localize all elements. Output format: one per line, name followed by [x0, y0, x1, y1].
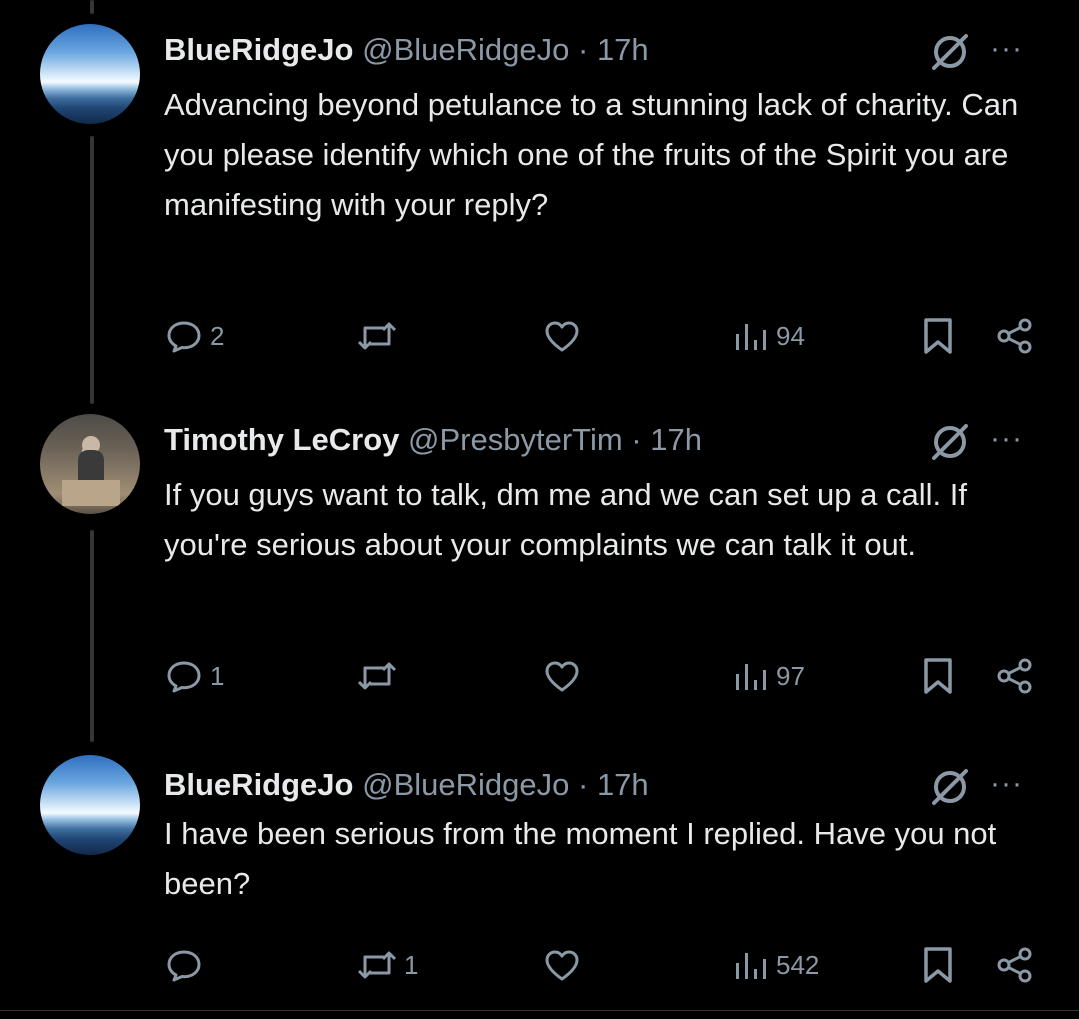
tweet[interactable]: BlueRidgeJo @BlueRidgeJo · 17h ··· I hav…	[0, 735, 1079, 1015]
share-button[interactable]	[995, 945, 1035, 985]
reply-icon	[167, 661, 201, 693]
handle[interactable]: @PresbyterTim	[408, 422, 623, 457]
timestamp[interactable]: 17h	[597, 32, 649, 67]
display-name[interactable]: Timothy LeCroy	[164, 422, 399, 457]
like-button[interactable]	[542, 656, 588, 696]
analytics-icon	[736, 324, 766, 350]
share-button[interactable]	[995, 656, 1035, 696]
like-button[interactable]	[542, 945, 588, 985]
share-icon	[997, 658, 1032, 694]
view-count: 97	[776, 660, 805, 691]
more-options-icon[interactable]: ···	[990, 424, 1023, 454]
view-count: 94	[776, 320, 805, 351]
action-bar: 2 94	[0, 316, 1079, 356]
bookmark-button[interactable]	[918, 316, 958, 356]
handle[interactable]: @BlueRidgeJo	[362, 32, 569, 67]
tweet-header: BlueRidgeJo @BlueRidgeJo · 17h	[164, 765, 649, 805]
share-icon	[997, 947, 1032, 983]
bookmark-icon	[924, 658, 952, 694]
share-icon	[997, 318, 1032, 354]
action-bar: 1 542	[0, 945, 1079, 985]
retweet-button[interactable]: 1	[356, 945, 418, 985]
heart-icon	[545, 661, 579, 692]
analytics-icon	[736, 664, 766, 690]
reply-count: 1	[210, 660, 225, 691]
reply-icon	[167, 950, 201, 982]
share-button[interactable]	[995, 316, 1035, 356]
reply-button[interactable]: 2	[164, 316, 224, 356]
avatar[interactable]	[40, 755, 140, 855]
grok-icon[interactable]	[928, 765, 972, 809]
retweet-button[interactable]	[356, 656, 404, 696]
reply-icon	[167, 321, 201, 353]
like-button[interactable]	[542, 316, 588, 356]
display-name[interactable]: BlueRidgeJo	[164, 32, 353, 67]
tweet-header: Timothy LeCroy @PresbyterTim · 17h	[164, 420, 702, 460]
bookmark-icon	[924, 947, 952, 983]
handle[interactable]: @BlueRidgeJo	[362, 767, 569, 802]
reply-count: 2	[210, 320, 225, 351]
tweet-text: If you guys want to talk, dm me and we c…	[164, 477, 967, 562]
heart-icon	[545, 321, 579, 352]
action-bar: 1 97	[0, 656, 1079, 696]
timestamp[interactable]: 17h	[650, 422, 702, 457]
more-options-icon[interactable]: ···	[990, 34, 1023, 64]
bookmark-button[interactable]	[918, 656, 958, 696]
avatar-podium	[62, 480, 120, 506]
bookmark-icon	[924, 318, 952, 354]
more-options-icon[interactable]: ···	[990, 769, 1023, 799]
reply-button[interactable]: 1	[164, 656, 224, 696]
view-count: 542	[776, 949, 820, 980]
tweet[interactable]: Timothy LeCroy @PresbyterTim · 17h ··· I…	[0, 390, 1079, 735]
heart-icon	[545, 950, 579, 981]
bookmark-button[interactable]	[918, 945, 958, 985]
divider	[0, 1010, 1079, 1011]
tweet-text: I have been serious from the moment I re…	[164, 816, 997, 901]
avatar[interactable]	[40, 414, 140, 514]
retweet-icon	[357, 662, 397, 690]
retweet-button[interactable]	[356, 316, 404, 356]
separator: ·	[631, 422, 642, 457]
views-button[interactable]: 97	[734, 656, 805, 696]
views-button[interactable]: 542	[734, 945, 819, 985]
retweet-count: 1	[404, 949, 419, 980]
grok-icon[interactable]	[928, 30, 972, 74]
separator: ·	[577, 32, 589, 67]
views-button[interactable]: 94	[734, 316, 805, 356]
avatar[interactable]	[40, 24, 140, 124]
retweet-icon	[357, 951, 397, 979]
reply-button[interactable]	[164, 945, 210, 985]
timestamp[interactable]: 17h	[597, 767, 649, 802]
grok-icon[interactable]	[928, 420, 972, 464]
retweet-icon	[357, 322, 397, 350]
display-name[interactable]: BlueRidgeJo	[164, 767, 353, 802]
separator: ·	[577, 767, 589, 802]
tweet[interactable]: BlueRidgeJo @BlueRidgeJo · 17h ··· Advan…	[0, 0, 1079, 390]
tweet-header: BlueRidgeJo @BlueRidgeJo · 17h	[164, 30, 649, 70]
tweet-text: Advancing beyond petulance to a stunning…	[164, 87, 1019, 222]
analytics-icon	[736, 953, 766, 979]
